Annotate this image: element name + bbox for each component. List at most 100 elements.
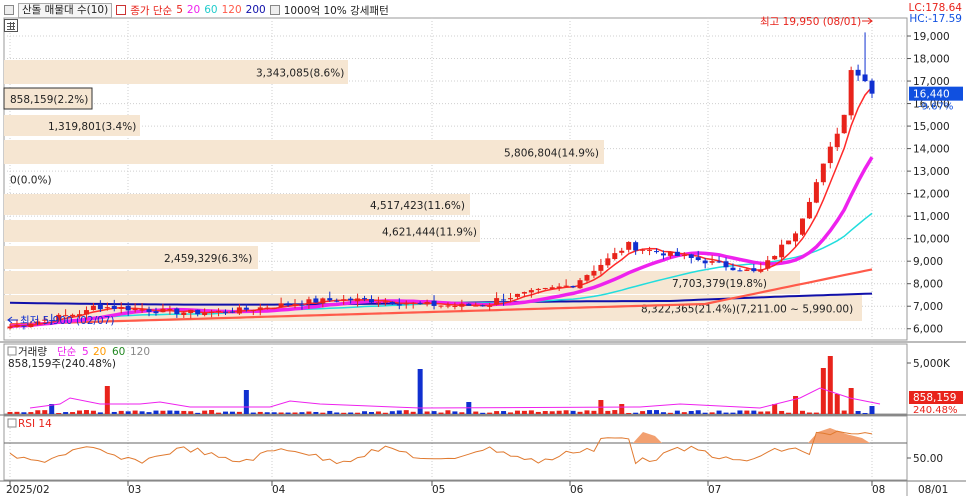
stock-chart[interactable]: 3,343,085(8.6%) 858,159(2.2%) 1,319,801(3.… xyxy=(0,0,966,496)
pattern-toggle-icon[interactable] xyxy=(269,5,280,15)
volume-bar xyxy=(459,412,465,414)
candle-body xyxy=(160,308,166,313)
candle-body xyxy=(765,260,771,269)
volume-bar xyxy=(125,411,131,414)
volume-bar xyxy=(772,404,778,414)
candle-body xyxy=(834,133,840,148)
candle-body xyxy=(452,305,458,307)
volume-bar xyxy=(417,369,423,414)
candle-body xyxy=(647,249,653,251)
candle-body xyxy=(202,312,208,316)
panel-toggle-icon[interactable] xyxy=(4,5,14,15)
volume-bar xyxy=(257,411,263,414)
date-label: 03 xyxy=(128,484,141,496)
price-tick-label: 17,000 xyxy=(913,76,950,88)
rsi-overbought-fill xyxy=(808,428,870,443)
volume-bar xyxy=(730,412,736,414)
volume-bar xyxy=(146,412,152,414)
volume-bar xyxy=(375,411,381,414)
candle-body xyxy=(382,301,388,303)
candle-body xyxy=(216,310,222,312)
volume-bar xyxy=(167,410,173,414)
ma-period-20: 20 xyxy=(186,4,201,16)
volume-profile-label: 0(0.0%) xyxy=(10,175,52,187)
volume-bar xyxy=(820,368,826,414)
volume-bar xyxy=(528,410,534,414)
candle-body xyxy=(723,261,729,268)
candle-body xyxy=(348,298,354,301)
volume-bar xyxy=(695,410,701,414)
volume-bar xyxy=(56,412,62,414)
candle-body xyxy=(389,301,395,305)
candle-body xyxy=(549,287,555,290)
candle-body xyxy=(772,255,778,260)
volume-bar xyxy=(473,411,479,414)
volume-current-value: 858,159 xyxy=(913,392,956,404)
candle-body xyxy=(424,301,430,305)
volume-bar xyxy=(445,410,451,414)
volume-bar xyxy=(570,410,576,414)
candle-body xyxy=(674,251,680,257)
candle-body xyxy=(688,254,694,258)
candle-body xyxy=(132,308,138,311)
candle-body xyxy=(612,253,618,260)
candle-body xyxy=(153,311,159,314)
current-price-label: 16,440 xyxy=(913,89,950,101)
high-arrow-icon xyxy=(862,17,873,25)
volume-bar xyxy=(584,410,590,414)
volume-bar xyxy=(355,412,361,414)
volume-bar xyxy=(223,411,228,414)
candle-body xyxy=(278,303,284,308)
date-label: 08/01 xyxy=(918,484,948,496)
volume-bar xyxy=(382,412,388,414)
volume-profile-label: 2,459,329(6.3%) xyxy=(164,253,252,265)
volume-bar xyxy=(396,410,402,414)
volume-bar xyxy=(334,412,340,414)
volume-bar xyxy=(271,412,277,414)
ma-period-5: 5 xyxy=(176,4,183,16)
volume-bar xyxy=(702,412,708,414)
volume-bar xyxy=(104,386,110,414)
volume-bar xyxy=(737,410,743,414)
volume-bar xyxy=(243,390,249,414)
candle-body xyxy=(681,255,687,257)
candle-body xyxy=(362,298,368,300)
volume-bar xyxy=(681,412,687,414)
price-tick-label: 13,000 xyxy=(913,166,950,178)
price-tick-label: 12,000 xyxy=(913,189,950,201)
grid-settings-icon[interactable] xyxy=(4,19,18,32)
volume-bar xyxy=(111,411,117,414)
candle-body xyxy=(320,298,326,304)
volume-bar xyxy=(264,412,270,414)
indicator-title[interactable]: 산돌 매물대 수(10) xyxy=(18,2,113,18)
candle-body xyxy=(619,250,625,253)
volume-bar xyxy=(229,411,235,414)
volume-bar xyxy=(862,412,868,414)
candle-body xyxy=(667,251,673,256)
candle-body xyxy=(473,305,479,307)
ma-period-60: 60 xyxy=(204,4,218,16)
date-label: 06 xyxy=(570,484,584,496)
date-label: 07 xyxy=(708,484,721,496)
ma-toggle-icon[interactable] xyxy=(116,5,127,15)
candle-body xyxy=(97,304,103,310)
candle-body xyxy=(327,298,333,301)
candle-body xyxy=(139,309,145,311)
price-tick-label: 7,000 xyxy=(913,301,943,313)
candle-body xyxy=(417,302,423,304)
volume-bar xyxy=(605,410,611,414)
date-label: 04 xyxy=(272,484,286,496)
volume-bar xyxy=(42,410,48,414)
volume-bar xyxy=(403,410,409,414)
date-label: 08 xyxy=(872,484,885,496)
hc-value: HC:-17.59 xyxy=(909,13,962,25)
candle-body xyxy=(355,298,361,302)
candle-body xyxy=(243,307,249,310)
volume-bar xyxy=(494,411,500,414)
volume-bar xyxy=(514,410,520,414)
volume-bar xyxy=(209,410,215,414)
volume-profile-label: 4,517,423(11.6%) xyxy=(370,200,465,212)
volume-bar xyxy=(389,411,395,414)
volume-bar xyxy=(654,410,659,414)
candle-body xyxy=(556,286,562,288)
